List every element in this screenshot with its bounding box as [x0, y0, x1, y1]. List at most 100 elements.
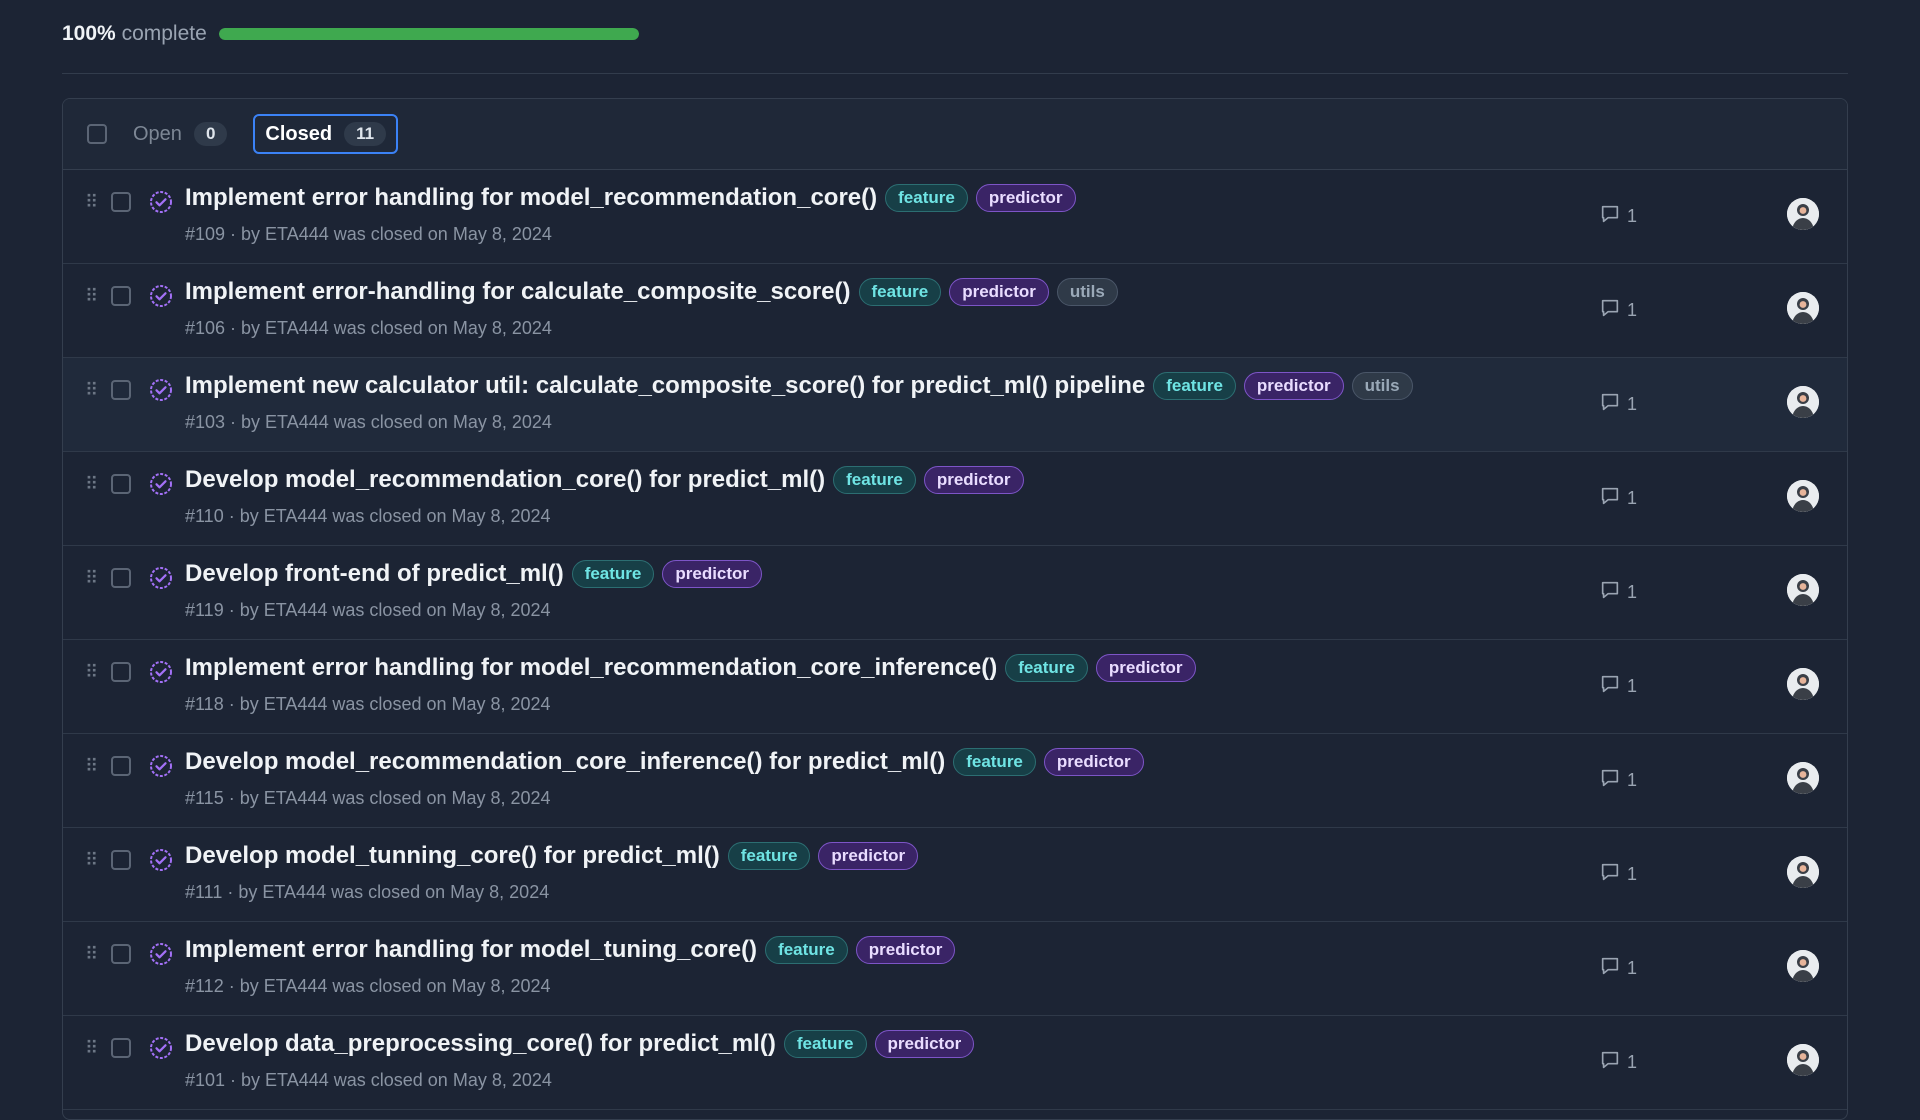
- issue-title-link[interactable]: Develop model_recommendation_core_infere…: [185, 748, 945, 776]
- drag-handle-icon[interactable]: ⠿: [85, 662, 98, 683]
- issue-meta: #111 · by ETA444 was closed on May 8, 20…: [185, 882, 550, 902]
- issue-checkbox[interactable]: [111, 662, 131, 682]
- comments-link[interactable]: 1: [1599, 579, 1637, 606]
- issue-title-link[interactable]: Implement new calculator util: calculate…: [185, 372, 1145, 400]
- label-predictor[interactable]: predictor: [1095, 654, 1196, 682]
- comment-count: 1: [1627, 488, 1638, 508]
- assignee-avatar[interactable]: [1787, 480, 1819, 512]
- comments-link[interactable]: 1: [1599, 203, 1637, 230]
- comment-count: 1: [1627, 770, 1638, 790]
- label-predictor[interactable]: predictor: [662, 560, 763, 588]
- issue-row[interactable]: ⠿ Develop model_tunning_core() for predi…: [63, 828, 1847, 922]
- comments-link[interactable]: 1: [1599, 955, 1637, 982]
- label-predictor[interactable]: predictor: [874, 1030, 975, 1058]
- drag-handle-icon[interactable]: ⠿: [85, 850, 98, 871]
- issue-title-line: Develop data_preprocessing_core() for pr…: [185, 1030, 975, 1058]
- issue-checkbox[interactable]: [111, 286, 131, 306]
- label-predictor[interactable]: predictor: [949, 278, 1049, 306]
- comments-link[interactable]: 1: [1599, 767, 1637, 794]
- issue-row[interactable]: ⠿ Develop model_recommendation_core_infe…: [63, 734, 1847, 828]
- issue-checkbox[interactable]: [111, 192, 131, 212]
- issue-checkbox[interactable]: [111, 474, 131, 494]
- comments-link[interactable]: 1: [1599, 673, 1637, 700]
- assignee-avatar[interactable]: [1787, 1044, 1819, 1076]
- comments-link[interactable]: 1: [1599, 391, 1637, 418]
- issue-checkbox[interactable]: [111, 380, 131, 400]
- closed-status-icon: [149, 472, 173, 496]
- issue-title-link[interactable]: Develop data_preprocessing_core() for pr…: [185, 1030, 776, 1058]
- label-feature[interactable]: feature: [1153, 372, 1236, 400]
- tab-closed[interactable]: Closed 11: [253, 114, 399, 154]
- label-predictor[interactable]: predictor: [975, 184, 1076, 212]
- drag-handle-icon[interactable]: ⠿: [85, 192, 98, 213]
- issue-row[interactable]: ⠿ Develop data_preprocessing_core() for …: [63, 1016, 1847, 1110]
- select-all-checkbox[interactable]: [87, 124, 107, 144]
- label-feature[interactable]: feature: [727, 842, 811, 870]
- issue-checkbox[interactable]: [111, 944, 131, 964]
- issue-row[interactable]: ⠿ Implement new calculator util: calcula…: [63, 358, 1847, 452]
- comment-icon: [1599, 203, 1621, 230]
- issue-title-link[interactable]: Develop model_tunning_core() for predict…: [185, 842, 720, 870]
- issue-title-link[interactable]: Implement error-handling for calculate_c…: [185, 278, 851, 306]
- label-predictor[interactable]: predictor: [1043, 748, 1144, 776]
- issue-title-link[interactable]: Implement error handling for model_recom…: [185, 184, 877, 212]
- label-feature[interactable]: feature: [783, 1030, 867, 1058]
- comment-icon: [1599, 861, 1621, 888]
- issue-title-link[interactable]: Implement error handling for model_tunin…: [185, 936, 757, 964]
- label-feature[interactable]: feature: [953, 748, 1036, 776]
- closed-status-icon: [149, 1036, 173, 1060]
- drag-handle-icon[interactable]: ⠿: [85, 568, 98, 589]
- comment-count: 1: [1627, 394, 1638, 414]
- issue-title-link[interactable]: Develop front-end of predict_ml(): [185, 560, 564, 588]
- comments-link[interactable]: 1: [1599, 297, 1637, 324]
- assignee-avatar[interactable]: [1787, 950, 1819, 982]
- assignee-avatar[interactable]: [1787, 198, 1819, 230]
- label-predictor[interactable]: predictor: [1243, 372, 1344, 400]
- drag-handle-icon[interactable]: ⠿: [85, 1038, 98, 1059]
- label-utils[interactable]: utils: [1056, 278, 1118, 306]
- assignee-avatar[interactable]: [1787, 292, 1819, 324]
- issue-row[interactable]: ⠿ Develop model_recommendation_core() fo…: [63, 452, 1847, 546]
- issue-meta: #103 · by ETA444 was closed on May 8, 20…: [185, 412, 552, 432]
- issue-title-link[interactable]: Develop model_recommendation_core() for …: [185, 466, 825, 494]
- drag-handle-icon[interactable]: ⠿: [85, 756, 98, 777]
- issue-meta: #106 · by ETA444 was closed on May 8, 20…: [185, 318, 552, 338]
- label-feature[interactable]: feature: [765, 936, 848, 964]
- comments-link[interactable]: 1: [1599, 485, 1637, 512]
- issue-checkbox[interactable]: [111, 756, 131, 776]
- progress-fill: [218, 28, 639, 40]
- label-predictor[interactable]: predictor: [923, 466, 1024, 494]
- label-feature[interactable]: feature: [858, 278, 942, 306]
- issue-checkbox[interactable]: [111, 1038, 131, 1058]
- drag-handle-icon[interactable]: ⠿: [85, 380, 98, 401]
- issue-row[interactable]: ⠿ Implement error handling for model_rec…: [63, 170, 1847, 264]
- issue-title-line: Implement error handling for model_recom…: [185, 654, 1196, 682]
- issue-title-line: Develop model_recommendation_core() for …: [185, 466, 1024, 494]
- label-feature[interactable]: feature: [571, 560, 655, 588]
- label-predictor[interactable]: predictor: [818, 842, 919, 870]
- drag-handle-icon[interactable]: ⠿: [85, 474, 98, 495]
- label-feature[interactable]: feature: [833, 466, 916, 494]
- issue-row[interactable]: ⠿ Implement error-handling for calculate…: [63, 264, 1847, 358]
- issue-row[interactable]: ⠿ Implement error handling for model_tun…: [63, 922, 1847, 1016]
- issue-checkbox[interactable]: [111, 568, 131, 588]
- drag-handle-icon[interactable]: ⠿: [85, 944, 98, 965]
- label-feature[interactable]: feature: [1005, 654, 1088, 682]
- tab-open[interactable]: Open 0: [123, 116, 237, 152]
- comments-link[interactable]: 1: [1599, 861, 1637, 888]
- open-count-badge: 0: [193, 122, 228, 146]
- comments-link[interactable]: 1: [1599, 1049, 1637, 1076]
- label-utils[interactable]: utils: [1351, 372, 1413, 400]
- assignee-avatar[interactable]: [1787, 386, 1819, 418]
- assignee-avatar[interactable]: [1787, 668, 1819, 700]
- drag-handle-icon[interactable]: ⠿: [85, 286, 98, 307]
- issue-row[interactable]: ⠿ Develop front-end of predict_ml() feat…: [63, 546, 1847, 640]
- label-feature[interactable]: feature: [885, 184, 968, 212]
- assignee-avatar[interactable]: [1787, 574, 1819, 606]
- assignee-avatar[interactable]: [1787, 856, 1819, 888]
- issue-row[interactable]: ⠿ Implement error handling for model_rec…: [63, 640, 1847, 734]
- label-predictor[interactable]: predictor: [855, 936, 956, 964]
- issue-title-link[interactable]: Implement error handling for model_recom…: [185, 654, 997, 682]
- issue-checkbox[interactable]: [111, 850, 131, 870]
- assignee-avatar[interactable]: [1787, 762, 1819, 794]
